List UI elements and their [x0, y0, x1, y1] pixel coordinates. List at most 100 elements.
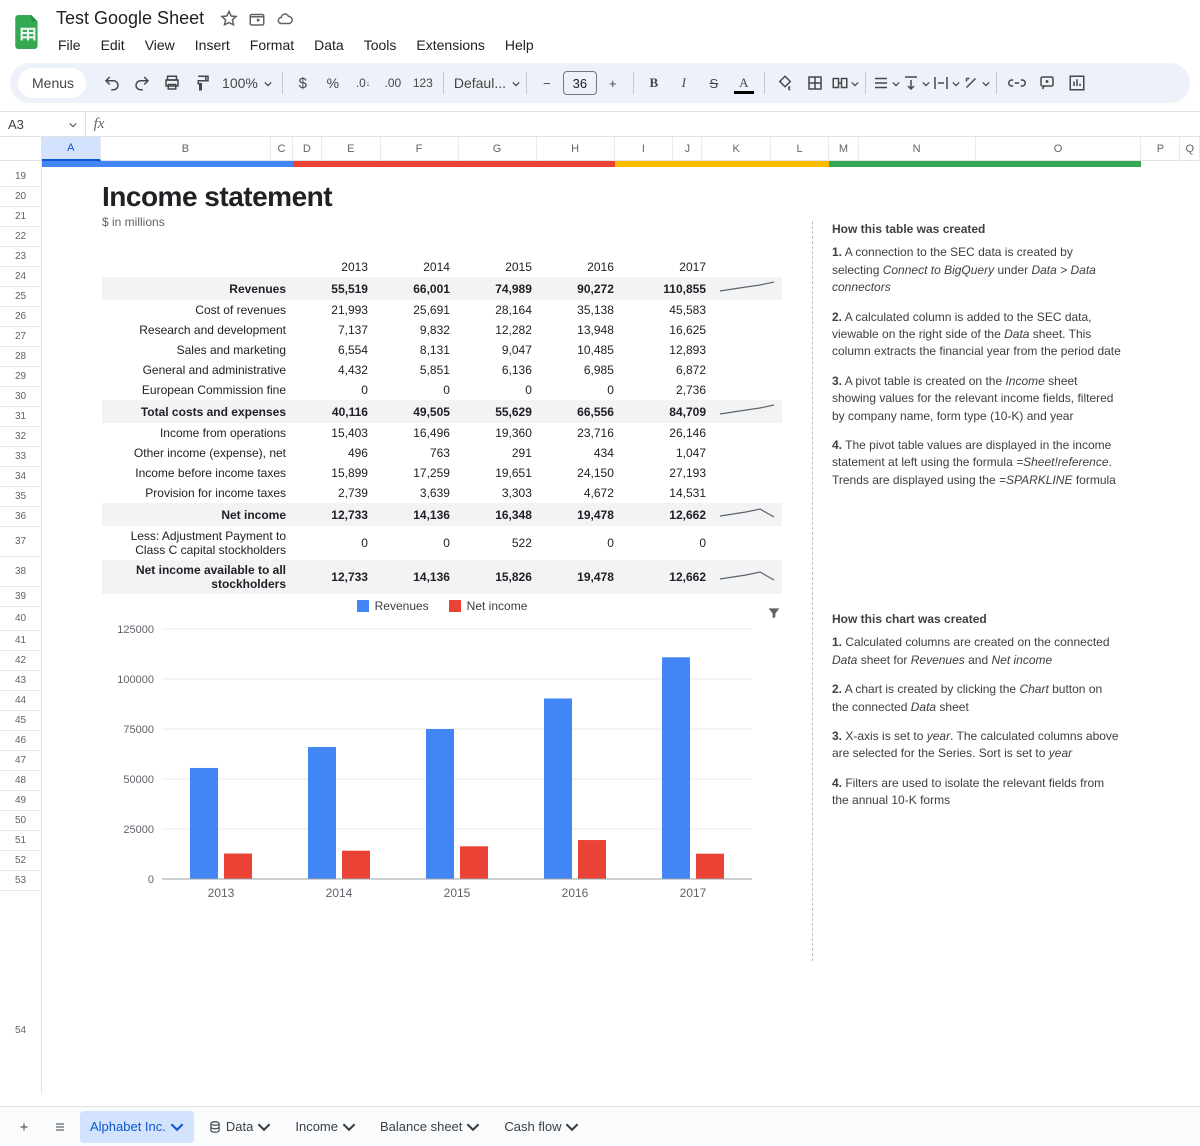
col-header-L[interactable]: L	[771, 137, 830, 161]
menus-search[interactable]: Menus	[18, 68, 86, 98]
decrease-fontsize-button[interactable]: −	[533, 69, 561, 97]
row-header-42[interactable]: 42	[0, 651, 41, 671]
wrap-button[interactable]	[932, 69, 960, 97]
sheet-tab-balance-sheet[interactable]: Balance sheet	[370, 1111, 490, 1143]
col-header-P[interactable]: P	[1141, 137, 1180, 161]
strike-button[interactable]: S	[700, 69, 728, 97]
filter-icon[interactable]	[766, 605, 782, 626]
currency-button[interactable]: $	[289, 69, 317, 97]
row-header-26[interactable]: 26	[0, 307, 41, 327]
col-header-G[interactable]: G	[459, 137, 537, 161]
chart-button[interactable]	[1063, 69, 1091, 97]
row-header-20[interactable]: 20	[0, 187, 41, 207]
undo-button[interactable]	[98, 69, 126, 97]
row-header-29[interactable]: 29	[0, 367, 41, 387]
col-header-O[interactable]: O	[976, 137, 1142, 161]
row-header-38[interactable]: 38	[0, 557, 41, 587]
col-header-A[interactable]: A	[42, 137, 101, 161]
font-select[interactable]: Defaul...	[450, 75, 520, 91]
row-header-34[interactable]: 34	[0, 467, 41, 487]
menu-format[interactable]: Format	[242, 33, 302, 57]
doc-title[interactable]: Test Google Sheet	[50, 6, 210, 31]
rotate-button[interactable]	[962, 69, 990, 97]
row-header-47[interactable]: 47	[0, 751, 41, 771]
col-header-I[interactable]: I	[615, 137, 674, 161]
row-header-25[interactable]: 25	[0, 287, 41, 307]
row-header-37[interactable]: 37	[0, 527, 41, 557]
redo-button[interactable]	[128, 69, 156, 97]
more-formats-button[interactable]: 123	[409, 69, 437, 97]
print-button[interactable]	[158, 69, 186, 97]
row-header-35[interactable]: 35	[0, 487, 41, 507]
col-header-M[interactable]: M	[829, 137, 858, 161]
zoom-select[interactable]: 100%	[218, 75, 276, 91]
row-header-41[interactable]: 41	[0, 631, 41, 651]
row-header-28[interactable]: 28	[0, 347, 41, 367]
row-header-52[interactable]: 52	[0, 851, 41, 871]
row-header-48[interactable]: 48	[0, 771, 41, 791]
col-header-D[interactable]: D	[293, 137, 322, 161]
fontsize-input[interactable]: 36	[563, 71, 597, 95]
menu-insert[interactable]: Insert	[187, 33, 238, 57]
select-all-corner[interactable]	[0, 137, 41, 161]
row-header-30[interactable]: 30	[0, 387, 41, 407]
star-icon[interactable]	[220, 10, 238, 28]
sheets-logo[interactable]	[12, 12, 44, 52]
comment-button[interactable]	[1033, 69, 1061, 97]
move-icon[interactable]	[248, 10, 266, 28]
menu-extensions[interactable]: Extensions	[408, 33, 492, 57]
row-header-43[interactable]: 43	[0, 671, 41, 691]
row-header-46[interactable]: 46	[0, 731, 41, 751]
row-header-24[interactable]: 24	[0, 267, 41, 287]
menu-edit[interactable]: Edit	[93, 33, 133, 57]
all-sheets-button[interactable]	[44, 1111, 76, 1143]
row-header-21[interactable]: 21	[0, 207, 41, 227]
col-header-H[interactable]: H	[537, 137, 615, 161]
link-button[interactable]	[1003, 69, 1031, 97]
row-header-23[interactable]: 23	[0, 247, 41, 267]
row-header-45[interactable]: 45	[0, 711, 41, 731]
increase-fontsize-button[interactable]: +	[599, 69, 627, 97]
income-chart[interactable]: RevenuesNet income 025000500007500010000…	[102, 599, 782, 929]
cloud-status-icon[interactable]	[276, 10, 294, 28]
menu-help[interactable]: Help	[497, 33, 542, 57]
row-header-27[interactable]: 27	[0, 327, 41, 347]
row-header-53[interactable]: 53	[0, 871, 41, 891]
col-header-E[interactable]: E	[322, 137, 381, 161]
menu-data[interactable]: Data	[306, 33, 352, 57]
menu-file[interactable]: File	[50, 33, 89, 57]
col-header-J[interactable]: J	[673, 137, 702, 161]
col-header-N[interactable]: N	[859, 137, 976, 161]
bold-button[interactable]: B	[640, 69, 668, 97]
borders-button[interactable]	[801, 69, 829, 97]
row-header-49[interactable]: 49	[0, 791, 41, 811]
halign-button[interactable]	[872, 69, 900, 97]
merge-button[interactable]	[831, 69, 859, 97]
increase-decimal-button[interactable]: .00	[379, 69, 407, 97]
row-header-50[interactable]: 50	[0, 811, 41, 831]
fill-color-button[interactable]	[771, 69, 799, 97]
sheet-tab-income[interactable]: Income	[285, 1111, 366, 1143]
decrease-decimal-button[interactable]: .0↓	[349, 69, 377, 97]
row-header-33[interactable]: 33	[0, 447, 41, 467]
row-header-51[interactable]: 51	[0, 831, 41, 851]
sheet-tab-data[interactable]: Data	[198, 1111, 281, 1143]
sheet-tab-cash-flow[interactable]: Cash flow	[494, 1111, 589, 1143]
row-header-40[interactable]: 40	[0, 607, 41, 631]
col-header-Q[interactable]: Q	[1180, 137, 1200, 161]
row-header-44[interactable]: 44	[0, 691, 41, 711]
name-box[interactable]: A3	[0, 112, 86, 136]
col-header-F[interactable]: F	[381, 137, 459, 161]
row-header-32[interactable]: 32	[0, 427, 41, 447]
row-header-36[interactable]: 36	[0, 507, 41, 527]
formula-input[interactable]	[112, 112, 1200, 136]
paint-format-button[interactable]	[188, 69, 216, 97]
add-sheet-button[interactable]	[8, 1111, 40, 1143]
row-header-54[interactable]: 54	[0, 891, 41, 1093]
col-header-C[interactable]: C	[271, 137, 292, 161]
col-header-K[interactable]: K	[702, 137, 770, 161]
menu-tools[interactable]: Tools	[356, 33, 405, 57]
row-header-39[interactable]: 39	[0, 587, 41, 607]
row-header-22[interactable]: 22	[0, 227, 41, 247]
text-color-button[interactable]: A	[730, 69, 758, 97]
